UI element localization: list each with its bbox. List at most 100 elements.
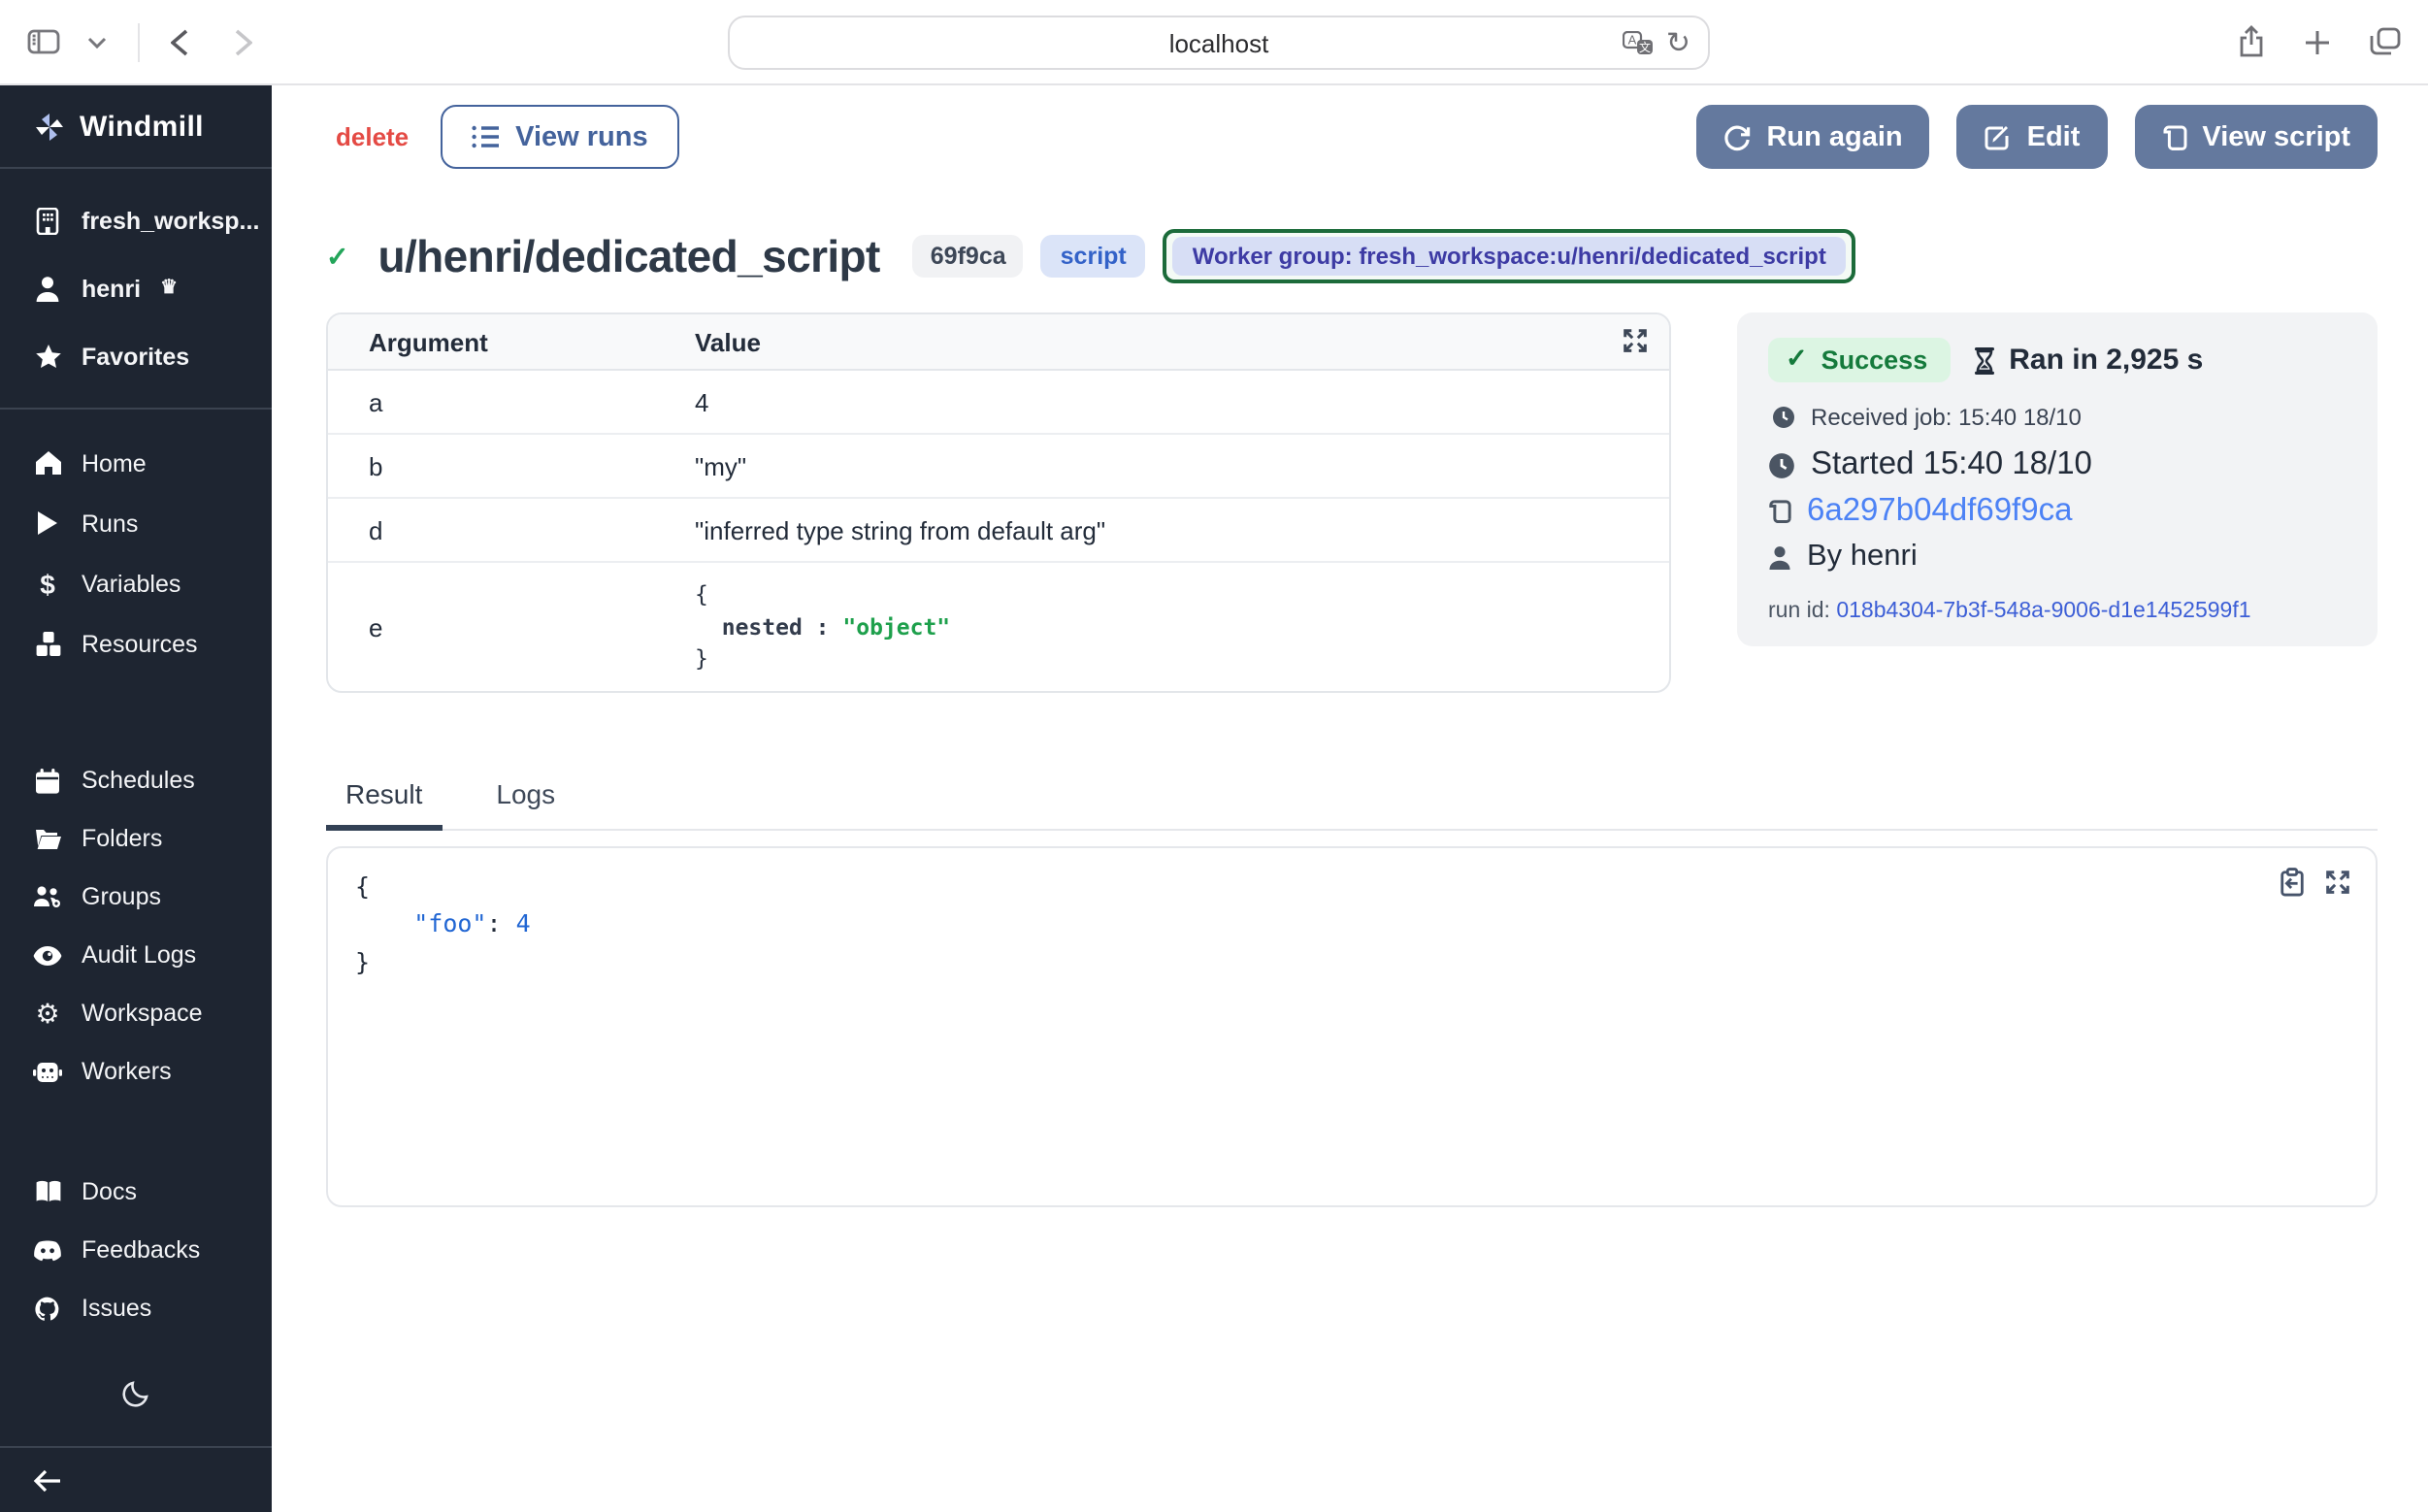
result-tabs: Result Logs <box>326 778 2378 831</box>
column-value: Value <box>695 327 761 356</box>
sidebar-item-docs[interactable]: Docs <box>0 1163 272 1221</box>
job-title-row: ✓ u/henri/dedicated_script 69f9ca script… <box>326 229 2378 283</box>
arguments-table-header: Argument Value <box>328 314 1669 371</box>
sidebar-item-favorites[interactable]: Favorites <box>0 322 272 390</box>
translate-icon[interactable]: A文 <box>1624 30 1655 55</box>
scroll-icon <box>1768 499 1791 524</box>
sidebar-item-groups[interactable]: Groups <box>0 868 272 926</box>
job-kind-badge: script <box>1041 235 1146 278</box>
check-icon: ✓ <box>1786 344 1808 375</box>
success-check-icon: ✓ <box>326 240 348 273</box>
building-icon <box>33 207 62 234</box>
forward-button[interactable] <box>235 28 252 55</box>
home-icon <box>33 450 62 476</box>
list-icon <box>471 124 500 149</box>
windmill-logo-icon <box>33 110 66 143</box>
svg-text:A: A <box>1629 32 1638 47</box>
run-again-button[interactable]: Run again <box>1696 105 1929 169</box>
sidebar-item-home[interactable]: Home <box>0 433 272 493</box>
table-row: d "inferred type string from default arg… <box>328 499 1669 563</box>
expand-table-icon[interactable] <box>1621 326 1650 355</box>
chevron-down-icon[interactable] <box>87 36 107 48</box>
sidebar-item-issues[interactable]: Issues <box>0 1279 272 1337</box>
nav-label: Home <box>82 449 147 477</box>
tab-result[interactable]: Result <box>326 778 442 831</box>
sidebar-item-resources[interactable]: Resources <box>0 613 272 674</box>
sidebar-item-runs[interactable]: Runs <box>0 493 272 553</box>
sidebar-item-schedules[interactable]: Schedules <box>0 751 272 809</box>
status-badge: ✓Success <box>1768 338 1951 382</box>
nav-label: Variables <box>82 570 180 597</box>
new-tab-icon[interactable] <box>2304 28 2331 55</box>
arg-name: a <box>328 387 695 416</box>
users-icon <box>33 885 62 908</box>
refresh-icon <box>1723 123 1751 150</box>
table-row: e { nested : "object"} <box>328 563 1669 691</box>
gear-icon: ⚙ <box>33 1000 62 1027</box>
table-row: b "my" <box>328 435 1669 499</box>
dark-mode-toggle[interactable] <box>0 1380 272 1407</box>
screen: localhost A文 ↻ <box>0 0 2428 1512</box>
eye-icon <box>33 944 62 966</box>
column-argument: Argument <box>328 327 695 356</box>
nav-label: Docs <box>82 1178 137 1205</box>
view-runs-button[interactable]: View runs <box>440 105 678 169</box>
user-label: henri <box>82 275 141 302</box>
delete-button[interactable]: delete <box>336 122 409 151</box>
address-bar[interactable]: localhost A文 ↻ <box>728 16 1710 70</box>
sidebar-item-feedbacks[interactable]: Feedbacks <box>0 1221 272 1279</box>
person-icon <box>1768 544 1791 570</box>
clock-icon <box>1768 451 1795 478</box>
collapse-sidebar-button[interactable] <box>0 1446 272 1512</box>
brand[interactable]: Windmill <box>0 85 272 169</box>
toolbar-divider <box>138 22 140 61</box>
play-icon <box>33 510 62 536</box>
cubes-icon <box>33 630 62 657</box>
reload-icon[interactable]: ↻ <box>1666 28 1690 57</box>
github-icon <box>33 1296 62 1321</box>
sidebar-item-folders[interactable]: Folders <box>0 809 272 868</box>
sidebar-toggle-icon[interactable] <box>27 29 60 54</box>
status-panel: ✓Success Ran in 2,925 s Received job: <box>1737 312 2378 646</box>
scroll-icon <box>2161 123 2186 150</box>
book-icon <box>33 1180 62 1203</box>
workspace-label: fresh_worksp... <box>82 207 259 234</box>
copy-result-icon[interactable] <box>2279 868 2306 897</box>
nav-label: Resources <box>82 630 198 657</box>
calendar-icon <box>33 768 62 793</box>
arg-value: 4 <box>695 387 708 416</box>
sidebar-item-variables[interactable]: $ Variables <box>0 553 272 613</box>
moon-icon <box>122 1380 149 1407</box>
view-script-label: View script <box>2202 121 2350 152</box>
sidebar-item-workers[interactable]: Workers <box>0 1042 272 1101</box>
nav-label: Workspace <box>82 1000 203 1027</box>
share-icon[interactable] <box>2238 25 2265 58</box>
edit-icon <box>1985 123 2012 150</box>
arg-value-object: { nested : "object"} <box>695 563 950 691</box>
by-line: By henri <box>1768 540 2346 575</box>
sidebar-item-workspace[interactable]: fresh_worksp... <box>0 186 272 254</box>
tab-logs[interactable]: Logs <box>476 778 574 829</box>
tab-overview-icon[interactable] <box>2370 27 2401 56</box>
favorites-label: Favorites <box>82 343 189 370</box>
sidebar-item-user[interactable]: henri ♛ <box>0 254 272 322</box>
nav-label: Issues <box>82 1295 151 1322</box>
table-row: a 4 <box>328 371 1669 435</box>
sidebar-item-audit-logs[interactable]: Audit Logs <box>0 926 272 984</box>
worker-group-badge[interactable]: Worker group: fresh_workspace:u/henri/de… <box>1164 229 1855 283</box>
nav-label: Feedbacks <box>82 1236 200 1264</box>
sidebar-item-workspace-settings[interactable]: ⚙ Workspace <box>0 984 272 1042</box>
script-hash-badge[interactable]: 69f9ca <box>913 235 1024 278</box>
nav-label: Groups <box>82 883 161 910</box>
view-script-button[interactable]: View script <box>2134 105 2378 169</box>
job-id-link[interactable]: 6a297b04df69f9ca <box>1807 493 2072 530</box>
page-title: u/henri/dedicated_script <box>377 230 879 282</box>
arguments-table: Argument Value a 4 b "my" <box>326 312 1671 693</box>
expand-result-icon[interactable] <box>2323 868 2352 897</box>
run-id-link[interactable]: 018b4304-7b3f-548a-9006-d1e1452599f1 <box>1836 600 2250 623</box>
hourglass-icon <box>1974 346 1995 374</box>
worker-group-label: Worker group: fresh_workspace:u/henri/de… <box>1173 237 1846 276</box>
back-button[interactable] <box>171 28 188 55</box>
arg-value: "inferred type string from default arg" <box>695 515 1105 544</box>
edit-button[interactable]: Edit <box>1957 105 2108 169</box>
